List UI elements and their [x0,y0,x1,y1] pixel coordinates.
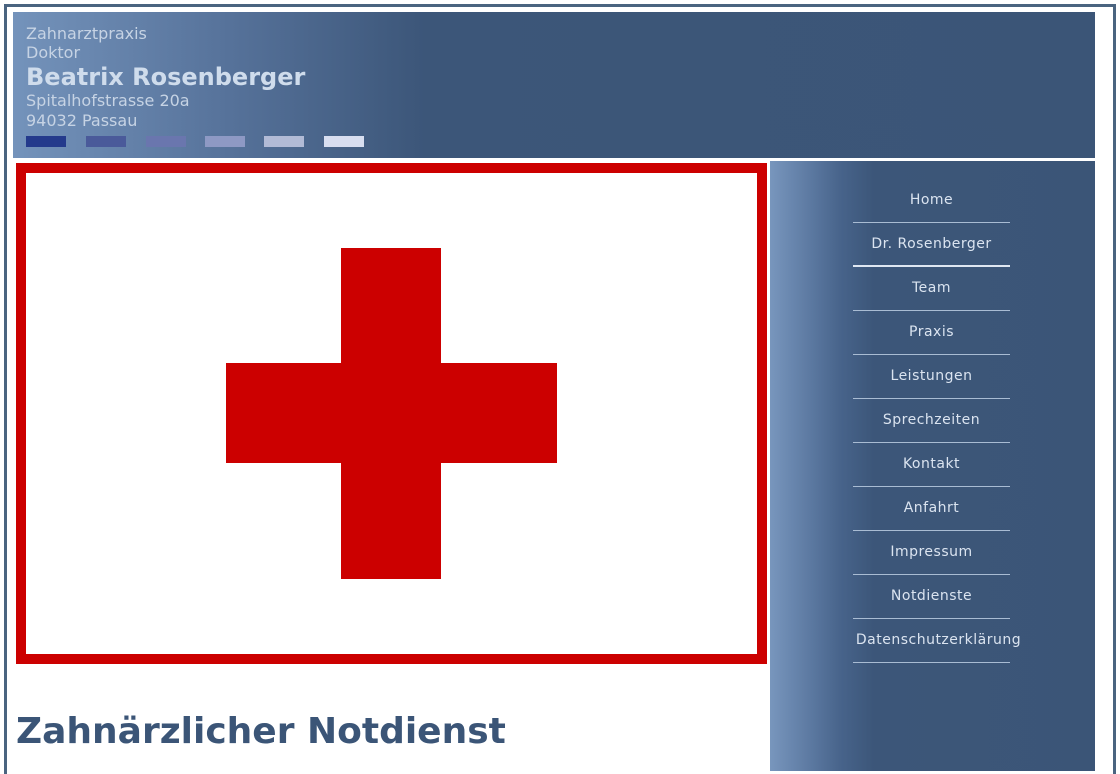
nav-item-notdienste[interactable]: Notdienste [853,575,1010,619]
swatch-4 [205,136,245,147]
swatch-1 [26,136,66,147]
site-header: Zahnarztpraxis Doktor Beatrix Rosenberge… [13,12,1095,158]
nav-item-dr-rosenberger[interactable]: Dr. Rosenberger [853,223,1010,267]
practice-label: Zahnarztpraxis [26,24,147,43]
nav-item-datenschutz[interactable]: Datenschutzerklärung [853,619,1021,663]
swatch-2 [86,136,126,147]
red-cross-icon-bar [226,363,557,463]
swatch-5 [264,136,304,147]
nav-item-anfahrt[interactable]: Anfahrt [853,487,1010,531]
nav-item-sprechzeiten[interactable]: Sprechzeiten [853,399,1010,443]
swatch-6 [324,136,364,147]
nav-item-impressum[interactable]: Impressum [853,531,1010,575]
nav-item-kontakt[interactable]: Kontakt [853,443,1010,487]
emergency-image [16,163,767,664]
nav-item-home[interactable]: Home [853,179,1010,223]
nav-item-datenschutz-label: Datenschutzerklärung [855,632,1022,648]
nav-item-team[interactable]: Team [853,267,1010,311]
page-title: Zahnärzlicher Notdienst [16,711,506,752]
swatch-3 [146,136,186,147]
nav-item-leistungen[interactable]: Leistungen [853,355,1010,399]
title-label: Doktor [26,43,81,62]
city-address: 94032 Passau [26,111,138,130]
main-navigation: Home Dr. Rosenberger Team Praxis Leistun… [853,179,1021,663]
doctor-name: Beatrix Rosenberger [26,63,306,91]
nav-item-praxis[interactable]: Praxis [853,311,1010,355]
color-swatches [26,136,386,147]
sidebar: Home Dr. Rosenberger Team Praxis Leistun… [770,161,1095,771]
street-address: Spitalhofstrasse 20a [26,91,190,110]
